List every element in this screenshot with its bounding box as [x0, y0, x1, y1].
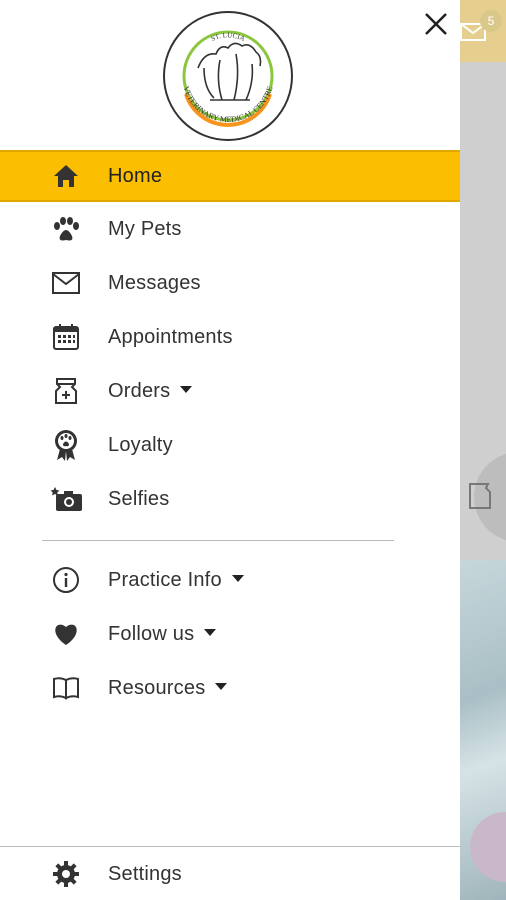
background-app-header: 5: [460, 0, 506, 62]
nav-label-home: Home: [108, 164, 163, 187]
nav-item-appointments[interactable]: Appointments: [0, 310, 460, 364]
chevron-down-icon: [231, 574, 244, 582]
mail-icon: [50, 267, 82, 299]
nav-item-practice-info[interactable]: Practice Info: [0, 553, 460, 607]
nav-label-my-pets: My Pets: [108, 217, 182, 240]
nav-label-selfies: Selfies: [108, 487, 170, 510]
drawer-footer: Settings: [0, 846, 460, 900]
chevron-down-icon: [204, 628, 217, 636]
paw-icon: [50, 213, 82, 245]
background-app: 5: [460, 0, 506, 900]
nav-item-selfies[interactable]: Selfies: [0, 472, 460, 526]
nav-item-resources[interactable]: Resources: [0, 661, 460, 715]
nav-item-loyalty[interactable]: Loyalty: [0, 418, 460, 472]
chevron-down-icon: [180, 385, 193, 393]
award-ribbon-icon: [50, 429, 82, 461]
home-icon: [50, 160, 82, 192]
primary-nav: Home My Pets Messages Appointments Order…: [0, 150, 460, 526]
message-count-badge: 5: [480, 10, 502, 32]
nav-label-settings: Settings: [108, 862, 182, 885]
nav-item-home[interactable]: Home: [0, 150, 460, 202]
nav-label-messages: Messages: [108, 271, 201, 294]
nav-label-practice-info: Practice Info: [108, 569, 244, 592]
clinic-logo: VETERINARY MEDICAL CENTRE ST. LUCIA: [163, 11, 293, 141]
background-circle-button: [469, 452, 506, 542]
nav-label-follow-us: Follow us: [108, 623, 217, 646]
nav-label-appointments: Appointments: [108, 325, 233, 348]
navigation-drawer: VETERINARY MEDICAL CENTRE ST. LUCIA Home: [0, 0, 460, 900]
heart-icon: [50, 618, 82, 650]
secondary-nav: Practice Info Follow us Resources: [0, 553, 460, 715]
info-icon: [50, 564, 82, 596]
food-bag-icon: [469, 483, 491, 509]
nav-item-settings[interactable]: Settings: [0, 847, 460, 900]
nav-label-orders: Orders: [108, 380, 193, 403]
nav-label-resources: Resources: [108, 677, 228, 700]
nav-divider: [42, 540, 394, 541]
chevron-down-icon: [215, 682, 228, 690]
camera-icon: [50, 483, 82, 515]
close-drawer-button[interactable]: [420, 8, 452, 40]
nav-item-follow-us[interactable]: Follow us: [0, 607, 460, 661]
close-icon: [425, 13, 447, 35]
nav-item-my-pets[interactable]: My Pets: [0, 202, 460, 256]
book-icon: [50, 672, 82, 704]
nav-item-orders[interactable]: Orders: [0, 364, 460, 418]
nav-item-messages[interactable]: Messages: [0, 256, 460, 310]
gear-icon: [50, 858, 82, 890]
calendar-icon: [50, 321, 82, 353]
food-bag-icon: [50, 375, 82, 407]
nav-label-loyalty: Loyalty: [108, 433, 173, 456]
